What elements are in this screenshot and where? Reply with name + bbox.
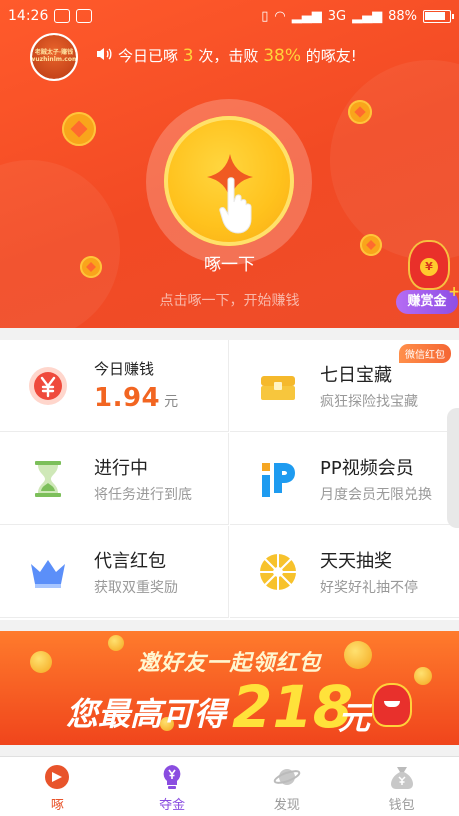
banner-line2: 您最高可得 — [66, 695, 227, 733]
notice-prefix: 今日已啄 — [118, 47, 179, 65]
decor-blob — [330, 60, 459, 260]
status-bar: 14:26 ▯ ◠ ▂▄▆ 3G ▂▄▆ 88% — [0, 0, 459, 32]
banner-unit: 元 — [338, 699, 371, 737]
side-drawer-handle[interactable] — [447, 408, 459, 528]
today-earnings-unit: 元 — [164, 394, 179, 410]
seven-day-treasure-card[interactable]: 七日宝藏 疯狂探险找宝藏 微信红包 — [230, 340, 459, 432]
peck-icon — [43, 763, 71, 791]
banner-amount: 218 — [232, 673, 354, 741]
peck-notice: 今日已啄 3 次，击败 38% 的啄友! — [96, 45, 357, 66]
lightbulb-yen-icon — [158, 763, 186, 791]
invite-banner[interactable]: 邀好友一起领红包 您最高可得 218 元 — [0, 631, 459, 745]
battery-icon — [423, 9, 454, 23]
feature-grid: 今日赚钱 1.94 元 七日宝藏 疯狂探险找宝藏 微信红包 进行中 将任务进行到底… — [0, 340, 459, 620]
wechat-notify-icon — [76, 9, 93, 23]
tab-wallet-label: 钱包 — [388, 798, 415, 813]
tab-gold-label: 夺金 — [159, 798, 186, 813]
lottery-title: 天天抽奖 — [320, 550, 392, 572]
planet-icon — [273, 763, 301, 791]
treasure-title: 七日宝藏 — [320, 364, 392, 386]
network-type: 3G — [327, 8, 347, 24]
tab-gold[interactable]: 夺金 — [115, 757, 230, 816]
tab-discover[interactable]: 发现 — [230, 757, 345, 816]
hero-section: 14:26 ▯ ◠ ▂▄▆ 3G ▂▄▆ 88% 老贼太子·赚钱 wuzhinl… — [0, 0, 459, 328]
bounty-plus: + — [448, 284, 459, 300]
tap-hand-icon — [219, 177, 252, 234]
daily-lottery-card[interactable]: 天天抽奖 好奖好礼抽不停 — [230, 526, 459, 618]
tab-peck-label: 啄 — [50, 798, 64, 813]
wallet-bag-icon — [388, 763, 416, 791]
bottom-tab-bar: 啄 夺金 发现 钱包 — [0, 756, 459, 816]
today-earnings-title: 今日赚钱 — [94, 360, 155, 378]
endorse-redpacket-card[interactable]: 代言红包 获取双重奖励 — [0, 526, 229, 618]
speaker-icon — [96, 47, 112, 65]
peck-label: 啄一下 — [204, 255, 255, 275]
notice-mid: 次，击败 — [198, 47, 259, 65]
lottery-subtitle: 好奖好礼抽不停 — [320, 579, 418, 596]
app-notify-icon — [54, 9, 71, 23]
notice-suffix: 的啄友! — [305, 47, 357, 65]
tab-discover-label: 发现 — [273, 798, 300, 813]
in-progress-card[interactable]: 进行中 将任务进行到底 — [0, 433, 229, 525]
bounty-button[interactable]: ¥ 赚赏金 + — [396, 240, 459, 322]
endorse-subtitle: 获取双重奖励 — [94, 579, 178, 596]
peck-hint: 点击啄一下，开始赚钱 — [159, 293, 300, 309]
hourglass-icon — [28, 459, 68, 499]
in-progress-subtitle: 将任务进行到底 — [94, 486, 192, 503]
crown-icon — [28, 552, 68, 592]
signal-icon: ▂▄▆ — [291, 8, 322, 24]
in-progress-title: 进行中 — [94, 457, 148, 479]
yen-coin-icon — [28, 366, 68, 406]
floating-coin-icon — [62, 112, 96, 146]
lottery-wheel-icon — [258, 552, 298, 592]
signal-icon-2: ▂▄▆ — [352, 8, 383, 24]
notice-percent: 38% — [263, 46, 301, 66]
avatar[interactable]: 老贼太子·赚钱 wuzhinlm.com — [30, 33, 78, 81]
banner-line1: 邀好友一起领红包 — [137, 651, 322, 676]
bounty-coin: ¥ — [420, 258, 438, 276]
pp-video-vip-card[interactable]: PP视频会员 月度会员无限兑换 — [230, 433, 459, 525]
pp-logo-icon — [258, 459, 298, 499]
treasure-chest-icon — [258, 366, 298, 406]
treasure-subtitle: 疯狂探险找宝藏 — [320, 393, 418, 410]
pp-video-title: PP视频会员 — [320, 457, 414, 479]
notice-count: 3 — [182, 46, 194, 66]
today-earnings-amount: 1.94 — [94, 383, 161, 413]
status-time: 14:26 — [8, 8, 49, 24]
tab-wallet[interactable]: 钱包 — [344, 757, 459, 816]
mascot-icon — [372, 683, 412, 727]
vibrate-icon: ▯ — [261, 8, 269, 24]
wifi-icon: ◠ — [274, 8, 286, 24]
wechat-redpacket-badge: 微信红包 — [399, 344, 451, 363]
avatar-text: 老贼太子·赚钱 wuzhinlm.com — [32, 35, 76, 79]
today-earnings-card[interactable]: 今日赚钱 1.94 元 — [0, 340, 229, 432]
floating-coin-icon — [348, 100, 372, 124]
endorse-title: 代言红包 — [94, 550, 166, 572]
battery-percent: 88% — [388, 8, 417, 24]
tab-peck[interactable]: 啄 — [0, 757, 115, 816]
pp-video-subtitle: 月度会员无限兑换 — [320, 486, 432, 503]
